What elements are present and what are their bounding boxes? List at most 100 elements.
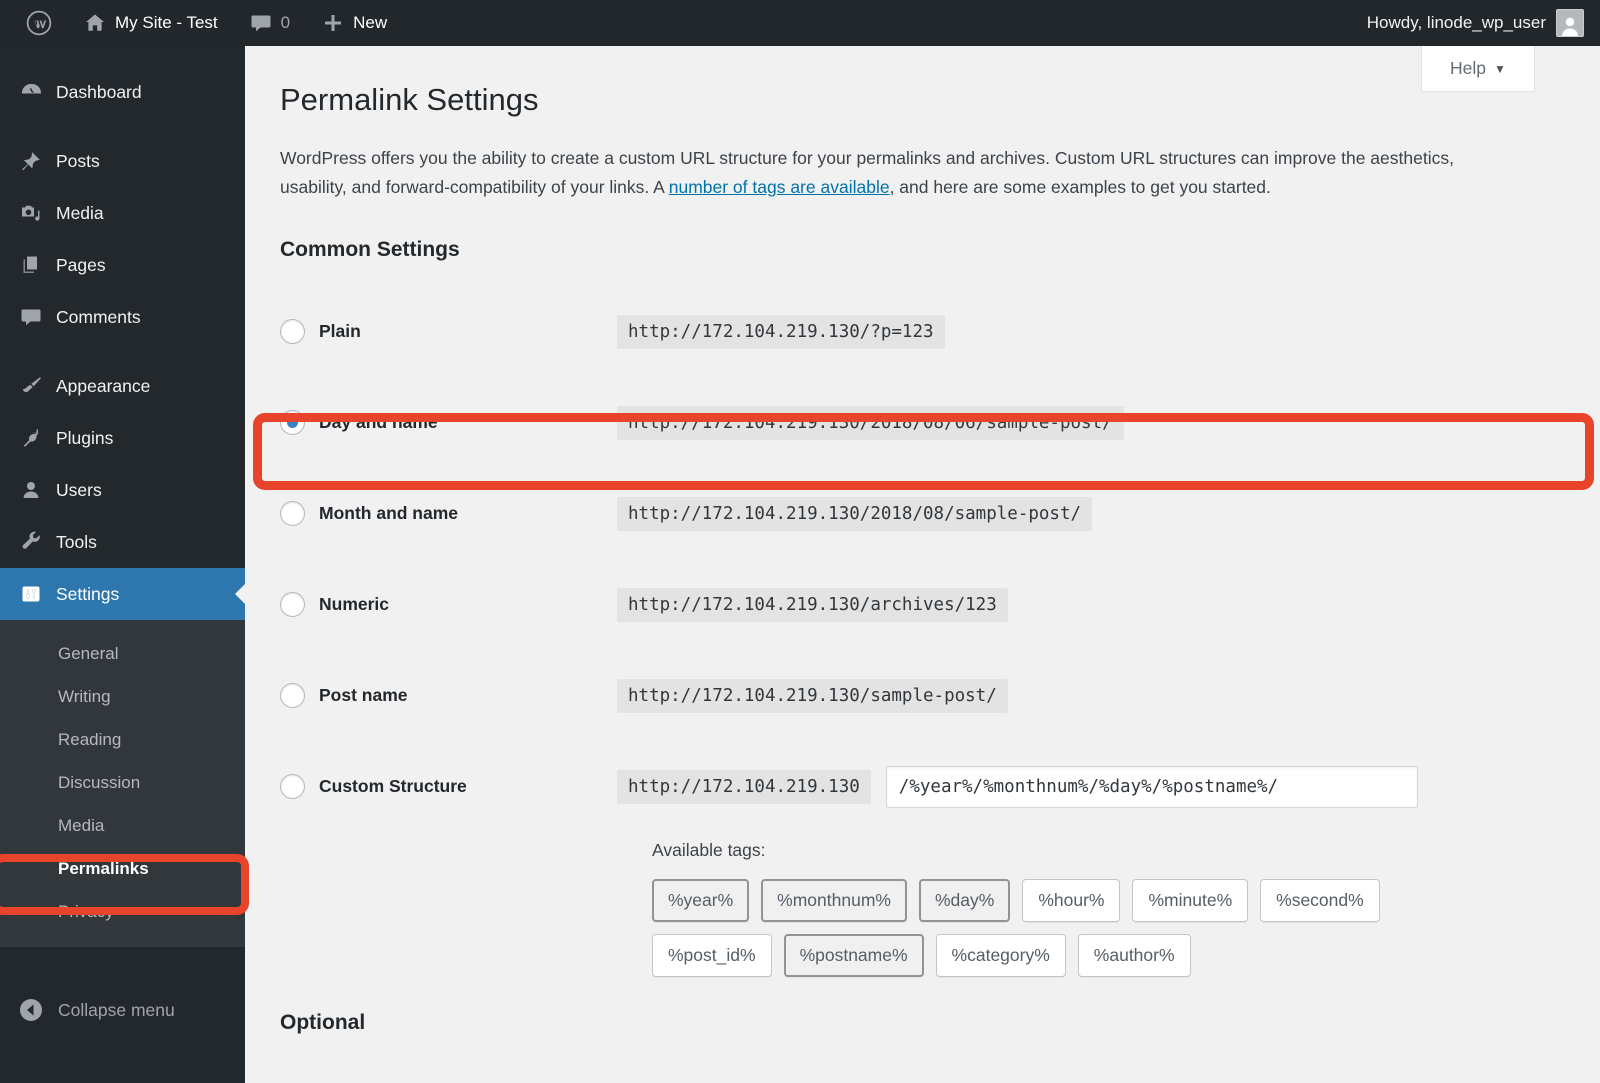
- howdy-greeting[interactable]: Howdy, linode_wp_user: [1367, 13, 1546, 33]
- example-url-plain: http://172.104.219.130/?p=123: [617, 314, 945, 349]
- option-label[interactable]: Custom Structure: [319, 776, 467, 797]
- home-icon: [86, 14, 104, 31]
- available-tags-list: %year% %monthnum% %day% %hour% %minute% …: [652, 879, 1497, 977]
- sidebar-item-plugins[interactable]: Plugins: [0, 412, 245, 464]
- tag-button-monthnum[interactable]: %monthnum%: [761, 879, 907, 922]
- wrench-icon: [22, 531, 40, 549]
- help-dropdown[interactable]: Help ▼: [1421, 46, 1535, 92]
- collapse-arrow-icon: [20, 999, 42, 1021]
- example-url-month-and-name: http://172.104.219.130/2018/08/sample-po…: [617, 496, 1093, 531]
- custom-structure-base-url: http://172.104.219.130: [617, 769, 871, 804]
- tag-button-second[interactable]: %second%: [1260, 879, 1380, 922]
- tag-button-author[interactable]: %author%: [1077, 934, 1191, 977]
- main-content: Help ▼ Permalink Settings WordPress offe…: [245, 46, 1600, 1083]
- option-label[interactable]: Numeric: [319, 594, 389, 615]
- option-label[interactable]: Month and name: [319, 503, 458, 524]
- sidebar-item-label: Comments: [56, 306, 141, 327]
- option-row-month-and-name: Month and name http://172.104.219.130/20…: [280, 468, 1600, 559]
- menu-separator: [0, 118, 245, 135]
- tag-button-day[interactable]: %day%: [918, 879, 1011, 922]
- admin-sidebar: Dashboard Posts Media Pages Comments App…: [0, 46, 245, 1083]
- sidebar-item-dashboard[interactable]: Dashboard: [0, 66, 245, 118]
- submenu-item-permalinks[interactable]: Permalinks: [0, 847, 245, 890]
- option-row-numeric: Numeric http://172.104.219.130/archives/…: [280, 559, 1600, 650]
- sidebar-item-appearance[interactable]: Appearance: [0, 360, 245, 412]
- permalink-options-table: Plain http://172.104.219.130/?p=123 Day …: [280, 286, 1600, 1035]
- tag-button-category[interactable]: %category%: [935, 934, 1066, 977]
- sidebar-item-tools[interactable]: Tools: [0, 516, 245, 568]
- sidebar-item-pages[interactable]: Pages: [0, 239, 245, 291]
- radio-day-and-name[interactable]: [280, 410, 305, 435]
- plus-icon: [325, 15, 342, 31]
- comment-bubble-icon: [251, 15, 271, 32]
- comment-count: 0: [280, 13, 291, 32]
- page-title: Permalink Settings: [280, 82, 539, 117]
- tags-available-link[interactable]: number of tags are available: [669, 177, 890, 197]
- media-icon: [22, 205, 40, 221]
- paintbrush-icon: [22, 377, 41, 393]
- sidebar-item-label: Pages: [56, 254, 106, 275]
- custom-structure-input[interactable]: [885, 765, 1418, 808]
- tag-button-postname[interactable]: %postname%: [783, 934, 924, 977]
- available-tags-label: Available tags:: [652, 840, 766, 860]
- example-url-day-and-name: http://172.104.219.130/2018/08/06/sample…: [617, 405, 1124, 440]
- sidebar-item-comments[interactable]: Comments: [0, 291, 245, 343]
- option-row-post-name: Post name http://172.104.219.130/sample-…: [280, 650, 1600, 741]
- site-menu[interactable]: My Site - Test: [72, 0, 230, 46]
- submenu-item-reading[interactable]: Reading: [0, 718, 245, 761]
- submenu-item-discussion[interactable]: Discussion: [0, 761, 245, 804]
- radio-plain[interactable]: [280, 319, 305, 344]
- sidebar-item-users[interactable]: Users: [0, 464, 245, 516]
- comments-menu[interactable]: 0: [238, 0, 302, 46]
- submenu-item-general[interactable]: General: [0, 632, 245, 675]
- option-label[interactable]: Day and name: [319, 412, 438, 433]
- tag-button-post-id[interactable]: %post_id%: [652, 934, 772, 977]
- avatar[interactable]: [1556, 9, 1584, 37]
- admin-bar: My Site - Test 0 New Howdy, linode_wp_us…: [0, 0, 1600, 46]
- option-row-plain: Plain http://172.104.219.130/?p=123: [280, 286, 1600, 377]
- option-label[interactable]: Plain: [319, 321, 361, 342]
- submenu-item-media[interactable]: Media: [0, 804, 245, 847]
- sidebar-item-settings[interactable]: Settings: [0, 568, 245, 620]
- example-url-post-name: http://172.104.219.130/sample-post/: [617, 678, 1008, 713]
- collapse-menu-button[interactable]: Collapse menu: [0, 984, 245, 1036]
- sidebar-item-label: Posts: [56, 150, 100, 171]
- sidebar-item-label: Tools: [56, 531, 97, 552]
- sidebar-item-posts[interactable]: Posts: [0, 135, 245, 187]
- sidebar-item-label: Appearance: [56, 375, 151, 396]
- option-label[interactable]: Post name: [319, 685, 408, 706]
- sidebar-item-label: Plugins: [56, 427, 114, 448]
- tag-button-year[interactable]: %year%: [652, 879, 750, 922]
- pages-icon: [23, 256, 37, 273]
- site-name: My Site - Test: [115, 13, 218, 32]
- user-icon: [23, 482, 39, 498]
- dashboard-icon: [21, 83, 42, 94]
- common-settings-heading: Common Settings: [280, 238, 460, 261]
- new-content-menu[interactable]: New: [310, 0, 399, 46]
- intro-paragraph: WordPress offers you the ability to crea…: [245, 118, 1555, 202]
- radio-month-and-name[interactable]: [280, 501, 305, 526]
- submenu-item-writing[interactable]: Writing: [0, 675, 245, 718]
- tag-button-hour[interactable]: %hour%: [1022, 879, 1121, 922]
- menu-separator: [0, 343, 245, 360]
- user-silhouette-icon: [1562, 17, 1578, 36]
- radio-custom-structure[interactable]: [280, 774, 305, 799]
- caret-down-icon: ▼: [1494, 61, 1506, 76]
- sidebar-item-label: Media: [56, 202, 104, 223]
- tag-button-minute[interactable]: %minute%: [1132, 879, 1249, 922]
- option-row-day-and-name: Day and name http://172.104.219.130/2018…: [280, 377, 1600, 468]
- pushpin-icon: [22, 152, 40, 171]
- available-tags-section: Available tags: %year% %monthnum% %day% …: [652, 840, 1502, 977]
- settings-submenu: General Writing Reading Discussion Media…: [0, 620, 245, 947]
- submenu-item-privacy[interactable]: Privacy: [0, 890, 245, 933]
- radio-numeric[interactable]: [280, 592, 305, 617]
- sidebar-item-label: Dashboard: [56, 81, 142, 102]
- comments-icon: [21, 309, 41, 326]
- settings-sliders-icon: [22, 586, 40, 602]
- wordpress-logo-icon: [26, 10, 52, 36]
- radio-post-name[interactable]: [280, 683, 305, 708]
- sidebar-item-media[interactable]: Media: [0, 187, 245, 239]
- wordpress-logo-menu[interactable]: [14, 0, 64, 46]
- intro-text-after: , and here are some examples to get you …: [889, 177, 1271, 197]
- collapse-menu-label: Collapse menu: [58, 999, 175, 1020]
